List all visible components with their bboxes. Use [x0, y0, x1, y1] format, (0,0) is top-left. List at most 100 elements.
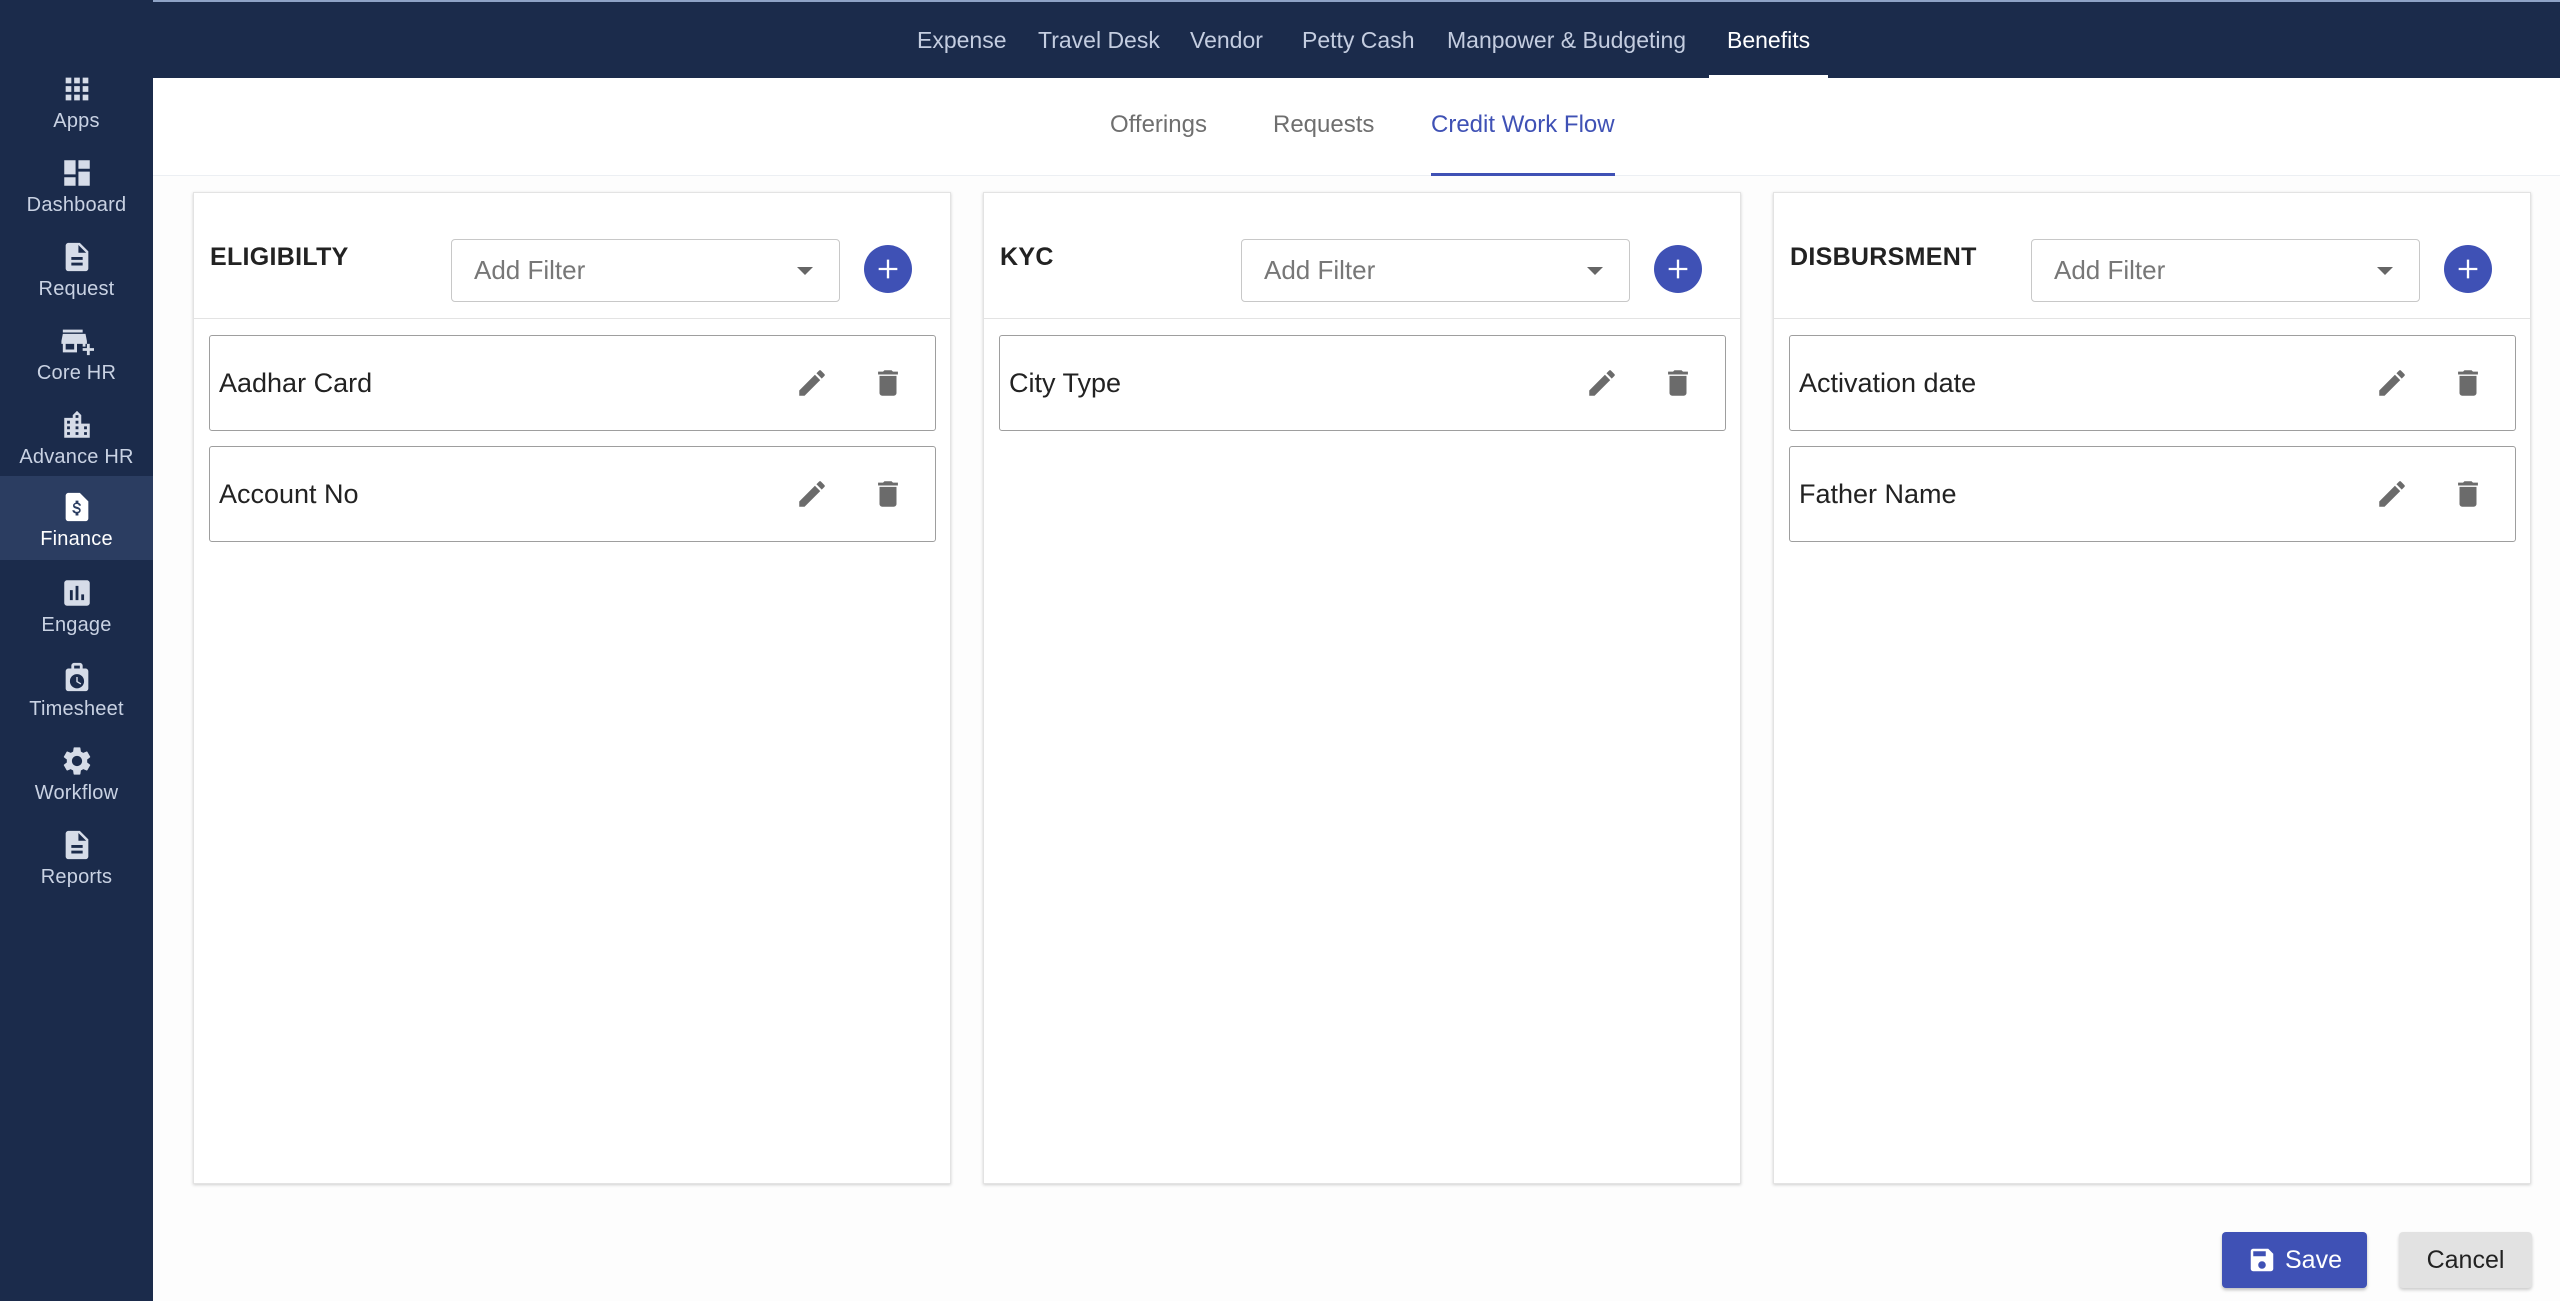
chevron-down-icon: [2377, 266, 2393, 275]
sidebar-item-engage[interactable]: Engage: [0, 562, 153, 646]
trash-icon: [2458, 370, 2478, 396]
trash-icon: [878, 481, 898, 507]
tab-requests[interactable]: Requests: [1273, 78, 1374, 176]
pencil-icon: [799, 370, 825, 396]
sidebar-item-label: Finance: [40, 528, 113, 550]
save-label: Save: [2285, 1245, 2342, 1274]
panel-header: DISBURSMENT Add Filter: [1774, 193, 2530, 319]
edit-button[interactable]: [2370, 361, 2414, 405]
top-border-line: [40, 0, 2560, 2]
panel-title: DISBURSMENT: [1790, 243, 1977, 271]
field-name: Account No: [219, 478, 359, 509]
edit-button[interactable]: [2370, 472, 2414, 516]
trash-icon: [1668, 370, 1688, 396]
gear-icon: [60, 744, 94, 778]
sidebar-item-label: Workflow: [34, 782, 119, 804]
edit-button[interactable]: [790, 472, 834, 516]
delete-button[interactable]: [866, 361, 910, 405]
add-filter-button[interactable]: [864, 245, 912, 293]
delete-button[interactable]: [1656, 361, 1700, 405]
pencil-icon: [2379, 370, 2405, 396]
sidebar-item-label: Apps: [53, 110, 100, 132]
dashboard-icon: [60, 156, 94, 190]
panel-header: KYC Add Filter: [984, 193, 1740, 319]
add-filter-placeholder: Add Filter: [474, 255, 586, 285]
topnav-item-travel-desk[interactable]: Travel Desk: [1038, 0, 1160, 78]
field-name: Activation date: [1799, 367, 1977, 398]
sidebar-item-finance[interactable]: Finance: [0, 476, 153, 560]
sidebar-item-timesheet[interactable]: Timesheet: [0, 646, 153, 730]
trash-icon: [878, 370, 898, 396]
sidebar-item-dashboard[interactable]: Dashboard: [0, 142, 153, 226]
clock-bag-icon: [60, 660, 94, 694]
sidebar-item-request[interactable]: Request: [0, 226, 153, 310]
panel-title: ELIGIBILTY: [210, 243, 349, 271]
cancel-button[interactable]: Cancel: [2399, 1232, 2532, 1288]
bar-chart-icon: [60, 576, 94, 610]
field-name: Father Name: [1799, 478, 1957, 509]
save-button[interactable]: Save: [2222, 1232, 2367, 1288]
field-row: City Type: [999, 335, 1726, 431]
sidebar-item-label: Advance HR: [19, 446, 134, 468]
field-row: Father Name: [1789, 446, 2516, 542]
sidebar-item-apps[interactable]: Apps: [0, 58, 153, 142]
kyc-panel: KYC Add Filter City Type: [983, 192, 1741, 1184]
panel-title: KYC: [1000, 243, 1054, 271]
field-row: Activation date: [1789, 335, 2516, 431]
topnav-item-petty-cash[interactable]: Petty Cash: [1302, 0, 1415, 78]
topnav-item-vendor[interactable]: Vendor: [1190, 0, 1263, 78]
sidebar-item-label: Reports: [40, 866, 113, 888]
main-content: ELIGIBILTY Add Filter Aadhar Card Accoun…: [153, 176, 2560, 1301]
store-add-icon: [60, 324, 94, 358]
top-navigation-bar: Expense Travel Desk Vendor Petty Cash Ma…: [0, 0, 2560, 78]
sidebar-item-label: Dashboard: [26, 194, 127, 216]
add-filter-placeholder: Add Filter: [1264, 255, 1376, 285]
sidebar-item-workflow[interactable]: Workflow: [0, 730, 153, 814]
delete-button[interactable]: [866, 472, 910, 516]
pencil-icon: [799, 481, 825, 507]
edit-button[interactable]: [1580, 361, 1624, 405]
apps-grid-icon: [60, 72, 94, 106]
chevron-down-icon: [1587, 266, 1603, 275]
field-row: Account No: [209, 446, 936, 542]
topnav-item-expense[interactable]: Expense: [917, 0, 1007, 78]
sidebar-item-reports[interactable]: Reports: [0, 814, 153, 898]
plus-icon: [2458, 259, 2478, 279]
tab-offerings[interactable]: Offerings: [1110, 78, 1207, 176]
add-filter-button[interactable]: [1654, 245, 1702, 293]
tab-credit-work-flow[interactable]: Credit Work Flow: [1431, 78, 1615, 176]
panel-header: ELIGIBILTY Add Filter: [194, 193, 950, 319]
sidebar-item-label: Request: [38, 278, 115, 300]
report-document-icon: [60, 828, 94, 862]
pencil-icon: [1589, 370, 1615, 396]
sidebar-item-core-hr[interactable]: Core HR: [0, 310, 153, 394]
trash-icon: [2458, 481, 2478, 507]
sub-tabs-bar: Offerings Requests Credit Work Flow: [153, 78, 2560, 176]
plus-icon: [1668, 259, 1688, 279]
topnav-item-manpower-budgeting[interactable]: Manpower & Budgeting: [1447, 0, 1686, 78]
topnav-item-benefits[interactable]: Benefits: [1708, 0, 1829, 78]
field-name: City Type: [1009, 367, 1122, 398]
pencil-icon: [2379, 481, 2405, 507]
add-filter-select[interactable]: Add Filter: [1241, 239, 1630, 302]
sidebar-item-label: Engage: [41, 614, 112, 636]
finance-dollar-icon: [60, 490, 94, 524]
sidebar-item-advance-hr[interactable]: Advance HR: [0, 394, 153, 478]
edit-button[interactable]: [790, 361, 834, 405]
add-filter-button[interactable]: [2444, 245, 2492, 293]
delete-button[interactable]: [2446, 361, 2490, 405]
add-filter-select[interactable]: Add Filter: [2031, 239, 2420, 302]
chevron-down-icon: [797, 266, 813, 275]
field-name: Aadhar Card: [219, 367, 373, 398]
left-sidebar: Apps Dashboard Request Core HR Advance H…: [0, 0, 153, 1301]
floppy-disk-icon: [2250, 1248, 2274, 1272]
disbursment-panel: DISBURSMENT Add Filter Activation date F…: [1773, 192, 2531, 1184]
sidebar-item-label: Core HR: [36, 362, 117, 384]
building-icon: [60, 408, 94, 442]
delete-button[interactable]: [2446, 472, 2490, 516]
add-filter-placeholder: Add Filter: [2054, 255, 2166, 285]
document-icon: [60, 240, 94, 274]
plus-icon: [878, 259, 898, 279]
add-filter-select[interactable]: Add Filter: [451, 239, 840, 302]
sidebar-item-label: Timesheet: [29, 698, 124, 720]
